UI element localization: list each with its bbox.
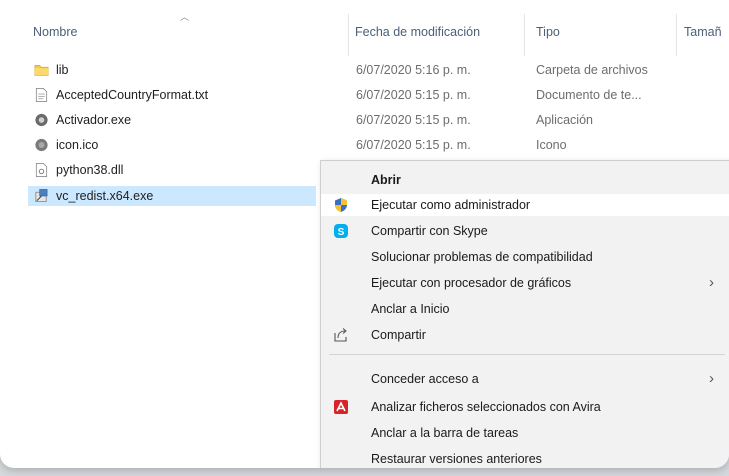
chevron-right-icon: › bbox=[709, 274, 714, 291]
file-row-python38[interactable]: python38.dll bbox=[28, 160, 316, 180]
file-name: vc_redist.x64.exe bbox=[56, 189, 154, 203]
file-date: 6/07/2020 5:15 p. m. bbox=[356, 113, 471, 127]
dll-file-icon bbox=[35, 163, 48, 177]
menu-item-give-access[interactable]: Conceder acceso a › bbox=[321, 368, 729, 390]
menu-item-label: Restaurar versiones anteriores bbox=[371, 452, 542, 466]
uac-shield-icon bbox=[335, 198, 347, 212]
file-name: icon.ico bbox=[56, 138, 99, 152]
skype-icon: S bbox=[334, 224, 348, 238]
menu-item-label: Ejecutar como administrador bbox=[371, 198, 531, 212]
menu-item-pin-taskbar[interactable]: Anclar a la barra de tareas bbox=[321, 422, 729, 444]
file-type: Aplicación bbox=[536, 113, 593, 127]
svg-text:S: S bbox=[338, 227, 345, 238]
chevron-right-icon: › bbox=[709, 370, 714, 387]
context-menu: Abrir Ejecutar como administrador S Comp… bbox=[320, 160, 729, 468]
column-divider[interactable] bbox=[524, 14, 525, 56]
text-file-icon bbox=[35, 88, 48, 102]
menu-item-restore-versions[interactable]: Restaurar versiones anteriores bbox=[321, 448, 729, 468]
menu-item-share-skype[interactable]: S Compartir con Skype bbox=[321, 220, 729, 242]
file-row-acceptedcountryformat[interactable]: AcceptedCountryFormat.txt bbox=[28, 85, 316, 105]
menu-item-pin-to-start[interactable]: Anclar a Inicio bbox=[321, 298, 729, 320]
menu-item-label: Abrir bbox=[371, 173, 401, 187]
file-date: 6/07/2020 5:16 p. m. bbox=[356, 63, 471, 77]
file-date: 6/07/2020 5:15 p. m. bbox=[356, 88, 471, 102]
file-explorer-window: ︿ Nombre Fecha de modificación Tipo Tama… bbox=[0, 0, 729, 468]
file-name: python38.dll bbox=[56, 163, 124, 177]
file-name: AcceptedCountryFormat.txt bbox=[56, 88, 209, 102]
file-date: 6/07/2020 5:15 p. m. bbox=[356, 138, 471, 152]
ico-file-icon bbox=[35, 138, 48, 152]
folder-icon bbox=[34, 64, 49, 76]
file-row-icon-ico[interactable]: icon.ico bbox=[28, 135, 316, 155]
menu-item-run-as-admin[interactable]: Ejecutar como administrador bbox=[321, 194, 729, 216]
menu-item-share[interactable]: Compartir bbox=[321, 324, 729, 346]
menu-item-label: Analizar ficheros seleccionados con Avir… bbox=[371, 400, 601, 414]
column-header-type[interactable]: Tipo bbox=[536, 25, 560, 39]
menu-item-troubleshoot-compat[interactable]: Solucionar problemas de compatibilidad bbox=[321, 246, 729, 268]
sort-ascending-icon: ︿ bbox=[180, 12, 190, 22]
avira-icon bbox=[334, 400, 348, 414]
file-type: Carpeta de archivos bbox=[536, 63, 648, 77]
file-row-lib[interactable]: lib bbox=[28, 60, 316, 80]
menu-item-label: Compartir bbox=[371, 328, 426, 342]
column-divider[interactable] bbox=[676, 14, 677, 56]
file-type: Icono bbox=[536, 138, 567, 152]
file-name: Activador.exe bbox=[56, 113, 132, 127]
column-header-modified[interactable]: Fecha de modificación bbox=[355, 25, 480, 39]
menu-item-label: Conceder acceso a bbox=[371, 372, 479, 386]
file-name: lib bbox=[56, 63, 69, 77]
menu-item-label: Anclar a la barra de tareas bbox=[371, 426, 519, 440]
column-header-size[interactable]: Tamañ bbox=[684, 25, 722, 39]
menu-item-scan-avira[interactable]: Analizar ficheros seleccionados con Avir… bbox=[321, 396, 729, 418]
menu-item-label: Ejecutar con procesador de gráficos bbox=[371, 276, 572, 290]
file-type: Documento de te... bbox=[536, 88, 642, 102]
share-icon bbox=[334, 328, 347, 342]
installer-icon bbox=[35, 189, 48, 202]
column-divider[interactable] bbox=[348, 14, 349, 56]
column-header-name[interactable]: Nombre bbox=[33, 25, 77, 39]
menu-separator bbox=[329, 354, 725, 355]
menu-item-abrir[interactable]: Abrir bbox=[321, 169, 729, 191]
menu-item-label: Compartir con Skype bbox=[371, 224, 488, 238]
app-icon bbox=[35, 113, 48, 127]
menu-item-label: Solucionar problemas de compatibilidad bbox=[371, 250, 593, 264]
file-row-vc-redist[interactable]: vc_redist.x64.exe bbox=[28, 186, 316, 206]
file-row-activador[interactable]: Activador.exe bbox=[28, 110, 316, 130]
menu-item-run-with-gpu[interactable]: Ejecutar con procesador de gráficos › bbox=[321, 272, 729, 294]
menu-item-label: Anclar a Inicio bbox=[371, 302, 450, 316]
